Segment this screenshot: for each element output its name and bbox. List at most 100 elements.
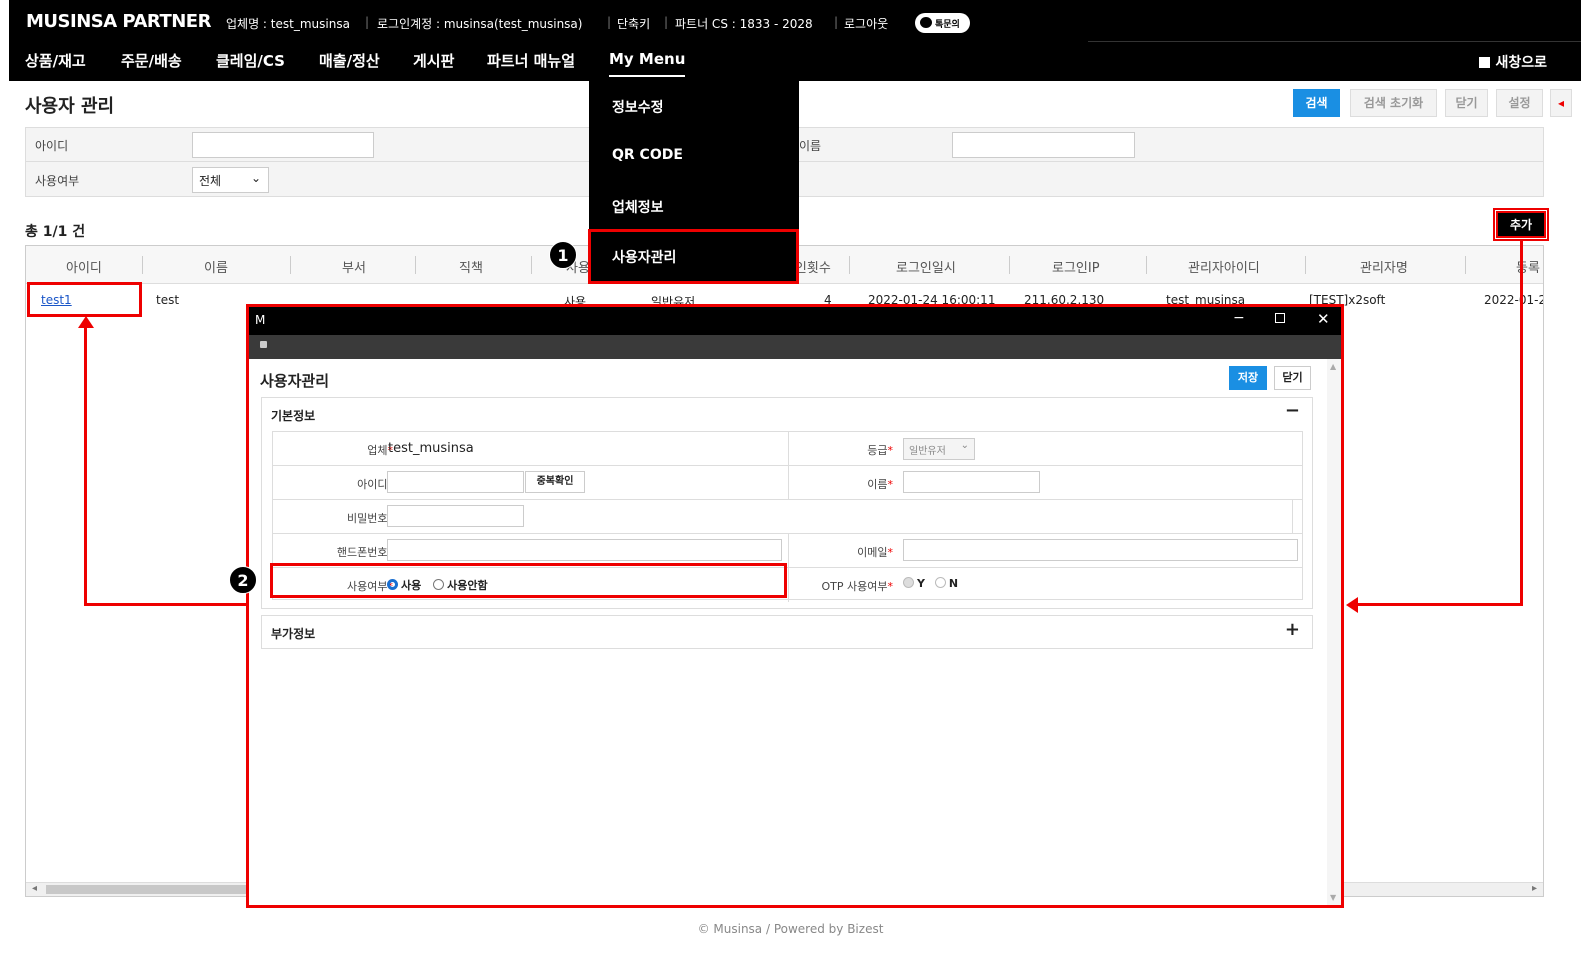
nav-my-menu[interactable]: My Menu	[609, 50, 686, 77]
scroll-down-icon[interactable]: ▼	[1330, 893, 1336, 902]
chevron-down-icon: ⌄	[960, 440, 969, 451]
id-label: 아이디	[35, 139, 69, 153]
result-count: 총 1/1 건	[25, 224, 86, 240]
column-header[interactable]: 관리자명	[1360, 257, 1408, 276]
talk-inquiry-button[interactable]: 톡문의	[915, 13, 970, 33]
nav-orders[interactable]: 주문/배송	[121, 50, 182, 71]
column-header[interactable]: 부서	[342, 257, 366, 276]
divider	[290, 256, 291, 274]
nav-board[interactable]: 게시판	[413, 50, 454, 71]
maximize-icon[interactable]	[1275, 313, 1285, 323]
search-button[interactable]: 검색	[1293, 89, 1340, 117]
divider	[849, 256, 850, 274]
menu-item-qr-code[interactable]: QR CODE	[612, 147, 683, 163]
lock-icon	[260, 341, 267, 348]
scroll-right-icon[interactable]: ▸	[1532, 883, 1537, 894]
highlight-box	[27, 282, 142, 317]
arrow-left-icon	[1346, 597, 1358, 613]
collapse-icon[interactable]: −	[1285, 400, 1300, 421]
column-header[interactable]: 아이디	[66, 257, 102, 276]
shortcut-link[interactable]: 단축키	[617, 15, 650, 32]
use-select[interactable]: 전체 ⌄	[192, 167, 269, 193]
section-title: 부가정보	[271, 627, 316, 641]
minimize-icon[interactable]: −	[1233, 310, 1245, 326]
grade-select[interactable]: 일반유저 ⌄	[903, 438, 975, 460]
column-header[interactable]: 로그인IP	[1052, 257, 1100, 276]
company-label: 업체*	[367, 444, 393, 457]
logout-link[interactable]: 로그아웃	[844, 15, 888, 32]
settings-button[interactable]: 설정	[1496, 89, 1543, 117]
duplicate-check-button[interactable]: 중복확인	[525, 471, 585, 493]
scroll-up-icon[interactable]: ▲	[1330, 362, 1336, 371]
form-row: 업체* test_musinsa 등급* 일반유저 ⌄	[273, 432, 1302, 466]
new-window-toggle[interactable]: 새창으로	[1479, 52, 1547, 72]
close-icon[interactable]: ✕	[1317, 310, 1330, 328]
form-row: 아이디* 중복확인 이름*	[273, 466, 1302, 500]
partner-cs: 파트너 CS : 1833 - 2028	[675, 17, 813, 31]
column-header[interactable]: 직책	[459, 257, 483, 276]
menu-item-company-info[interactable]: 업체정보	[612, 197, 664, 217]
menu-item-edit-info[interactable]: 정보수정	[612, 97, 664, 117]
nav-products[interactable]: 상품/재고	[25, 50, 86, 71]
company-value: test_musinsa	[388, 441, 474, 456]
divider	[1088, 41, 1581, 42]
grade-label: 등급*	[867, 444, 893, 457]
popup-vertical-scrollbar[interactable]: ▲ ▼	[1327, 359, 1341, 905]
column-header[interactable]: 이름	[204, 257, 228, 276]
password-input[interactable]	[387, 505, 524, 527]
divider	[1305, 256, 1306, 274]
divider	[788, 466, 789, 500]
column-header[interactable]: 로그인일시	[896, 257, 956, 276]
name-input[interactable]	[903, 471, 1040, 493]
popup-titlebar: M − ✕	[249, 307, 1341, 335]
close-button[interactable]: 닫기	[1445, 89, 1488, 117]
radio-disabled-icon	[934, 577, 946, 588]
divider: |	[834, 15, 839, 29]
divider: |	[664, 15, 669, 29]
divider	[1146, 256, 1147, 274]
radio-disabled-icon	[903, 577, 914, 588]
popup-title: 사용자관리	[260, 372, 330, 390]
highlight-box	[1493, 208, 1549, 241]
footer: © Musinsa / Powered by Bizest	[697, 922, 884, 936]
window-letter: M	[255, 313, 266, 327]
step-marker: 1	[549, 241, 577, 269]
extra-info-section[interactable]: 부가정보 +	[261, 615, 1313, 649]
column-header[interactable]: 관리자아이디	[1188, 257, 1260, 276]
arrow-line	[84, 326, 87, 606]
scroll-thumb[interactable]	[46, 885, 256, 894]
divider	[1009, 256, 1010, 274]
nav-manual[interactable]: 파트너 매뉴얼	[487, 50, 575, 71]
top-bar: MUSINSA PARTNER 업체명 : test_musinsa | 로그인…	[9, 0, 1581, 81]
nav-claims[interactable]: 클레임/CS	[216, 50, 285, 71]
divider: |	[607, 15, 612, 29]
nav-sales[interactable]: 매출/정산	[319, 50, 380, 71]
name-label: 이름*	[867, 478, 893, 491]
scroll-left-icon[interactable]: ◂	[32, 883, 37, 894]
popup-close-button[interactable]: 닫기	[1274, 366, 1311, 390]
form-row: 비밀번호*	[273, 500, 1302, 534]
otp-radio-group: Y N	[903, 577, 958, 590]
user-management-popup: M − ✕ 사용자관리 저장 닫기 기본정보 − 업체* test_musins…	[246, 304, 1344, 908]
brand-logo[interactable]: MUSINSA PARTNER	[26, 11, 211, 32]
save-button[interactable]: 저장	[1229, 366, 1267, 390]
arrow-left-icon[interactable]: ◂	[1550, 89, 1572, 117]
id-search-input[interactable]	[192, 132, 374, 158]
use-label: 사용여부	[35, 174, 80, 188]
divider	[142, 256, 143, 274]
divider	[788, 432, 789, 466]
reset-search-button[interactable]: 검색 초기화	[1350, 89, 1437, 117]
company-name: 업체명 : test_musinsa	[226, 17, 350, 31]
arrow-line	[1358, 603, 1523, 606]
expand-icon[interactable]: +	[1285, 619, 1300, 640]
arrow-up-icon	[78, 316, 94, 328]
email-input[interactable]	[903, 539, 1298, 561]
name-search-input[interactable]	[952, 132, 1135, 158]
divider	[415, 256, 416, 274]
name-label: 이름	[799, 139, 822, 153]
highlight-box	[270, 563, 787, 598]
divider	[788, 534, 789, 568]
id-input[interactable]	[387, 471, 524, 493]
phone-input[interactable]	[387, 539, 782, 561]
phone-label: 핸드폰번호*	[336, 546, 393, 559]
